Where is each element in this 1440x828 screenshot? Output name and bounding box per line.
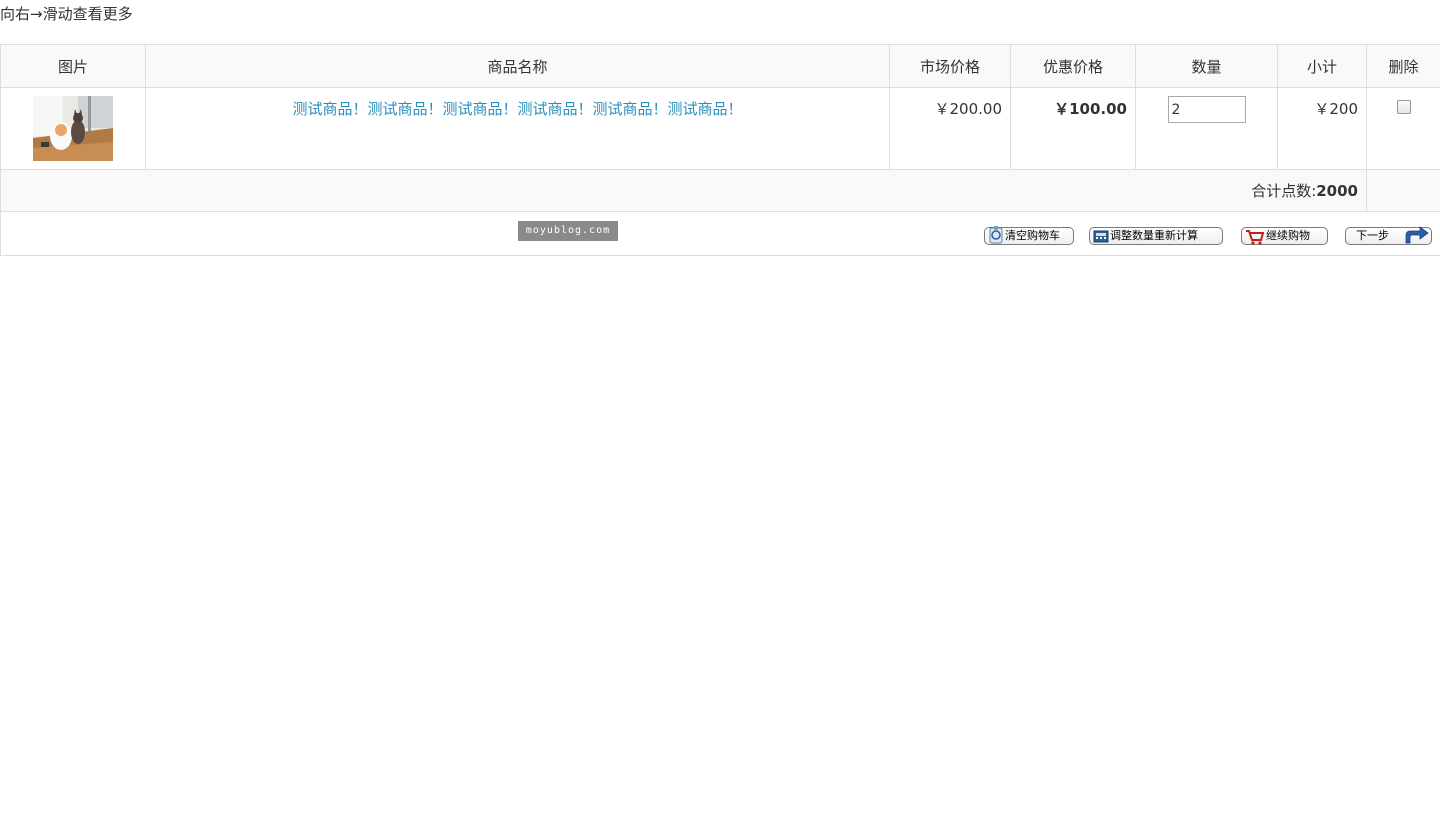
total-cell: 合计点数:2000: [0, 169, 1367, 212]
subtotal: ￥200: [1277, 87, 1367, 170]
product-name-link[interactable]: 测试商品！测试商品！测试商品！测试商品！测试商品！测试商品！: [146, 96, 889, 122]
total-label: 合计点数:: [1251, 182, 1317, 200]
action-cell: moyublog.com 清空购物车 调整数量重新计算 继续购物 下一步: [0, 211, 1440, 256]
header-image: 图片: [0, 44, 146, 88]
total-value: 2000: [1316, 182, 1358, 200]
recalculate-button[interactable]: 调整数量重新计算: [1089, 227, 1223, 245]
product-name-cell: 测试商品！测试商品！测试商品！测试商品！测试商品！测试商品！: [145, 87, 890, 170]
delete-checkbox[interactable]: [1396, 100, 1411, 114]
table-row: 测试商品！测试商品！测试商品！测试商品！测试商品！测试商品！ ￥200.00 ￥…: [0, 87, 1440, 170]
delete-cell: [1366, 87, 1440, 170]
clear-cart-button[interactable]: 清空购物车: [984, 225, 1074, 245]
recalculate-label: 调整数量重新计算: [1110, 229, 1198, 242]
arrow-right-icon: [1403, 226, 1429, 246]
product-thumbnail[interactable]: [33, 96, 113, 161]
watermark: moyublog.com: [518, 221, 618, 241]
action-row: moyublog.com 清空购物车 调整数量重新计算 继续购物 下一步: [0, 211, 1440, 256]
continue-shopping-label: 继续购物: [1266, 229, 1310, 242]
table-header-row: 图片 商品名称 市场价格 优惠价格 数量 小计 删除: [0, 44, 1440, 88]
continue-shopping-button[interactable]: 继续购物: [1241, 227, 1328, 245]
total-empty-cell: [1366, 169, 1440, 212]
market-price: ￥200.00: [889, 87, 1011, 170]
quantity-input[interactable]: [1167, 96, 1246, 123]
product-image-cell: [0, 87, 146, 170]
shopping-cart-icon: [1245, 225, 1265, 245]
calculator-icon: [1093, 225, 1109, 245]
header-subtotal: 小计: [1277, 44, 1367, 88]
header-market-price: 市场价格: [889, 44, 1011, 88]
scroll-hint: 向右→滑动查看更多: [0, 5, 133, 23]
quantity-cell: [1135, 87, 1278, 170]
discount-price: ￥100.00: [1010, 87, 1136, 170]
next-step-button[interactable]: 下一步: [1345, 226, 1432, 246]
header-name: 商品名称: [145, 44, 890, 88]
header-discount-price: 优惠价格: [1010, 44, 1136, 88]
total-row: 合计点数:2000: [0, 169, 1440, 212]
header-quantity: 数量: [1135, 44, 1278, 88]
cart-table: 图片 商品名称 市场价格 优惠价格 数量 小计 删除 测试商品！测试商品！测试商…: [0, 44, 1440, 256]
clear-cart-label: 清空购物车: [1005, 229, 1060, 242]
next-step-label: 下一步: [1356, 229, 1389, 242]
header-delete: 删除: [1366, 44, 1440, 88]
cart-clear-icon: [988, 225, 1004, 245]
